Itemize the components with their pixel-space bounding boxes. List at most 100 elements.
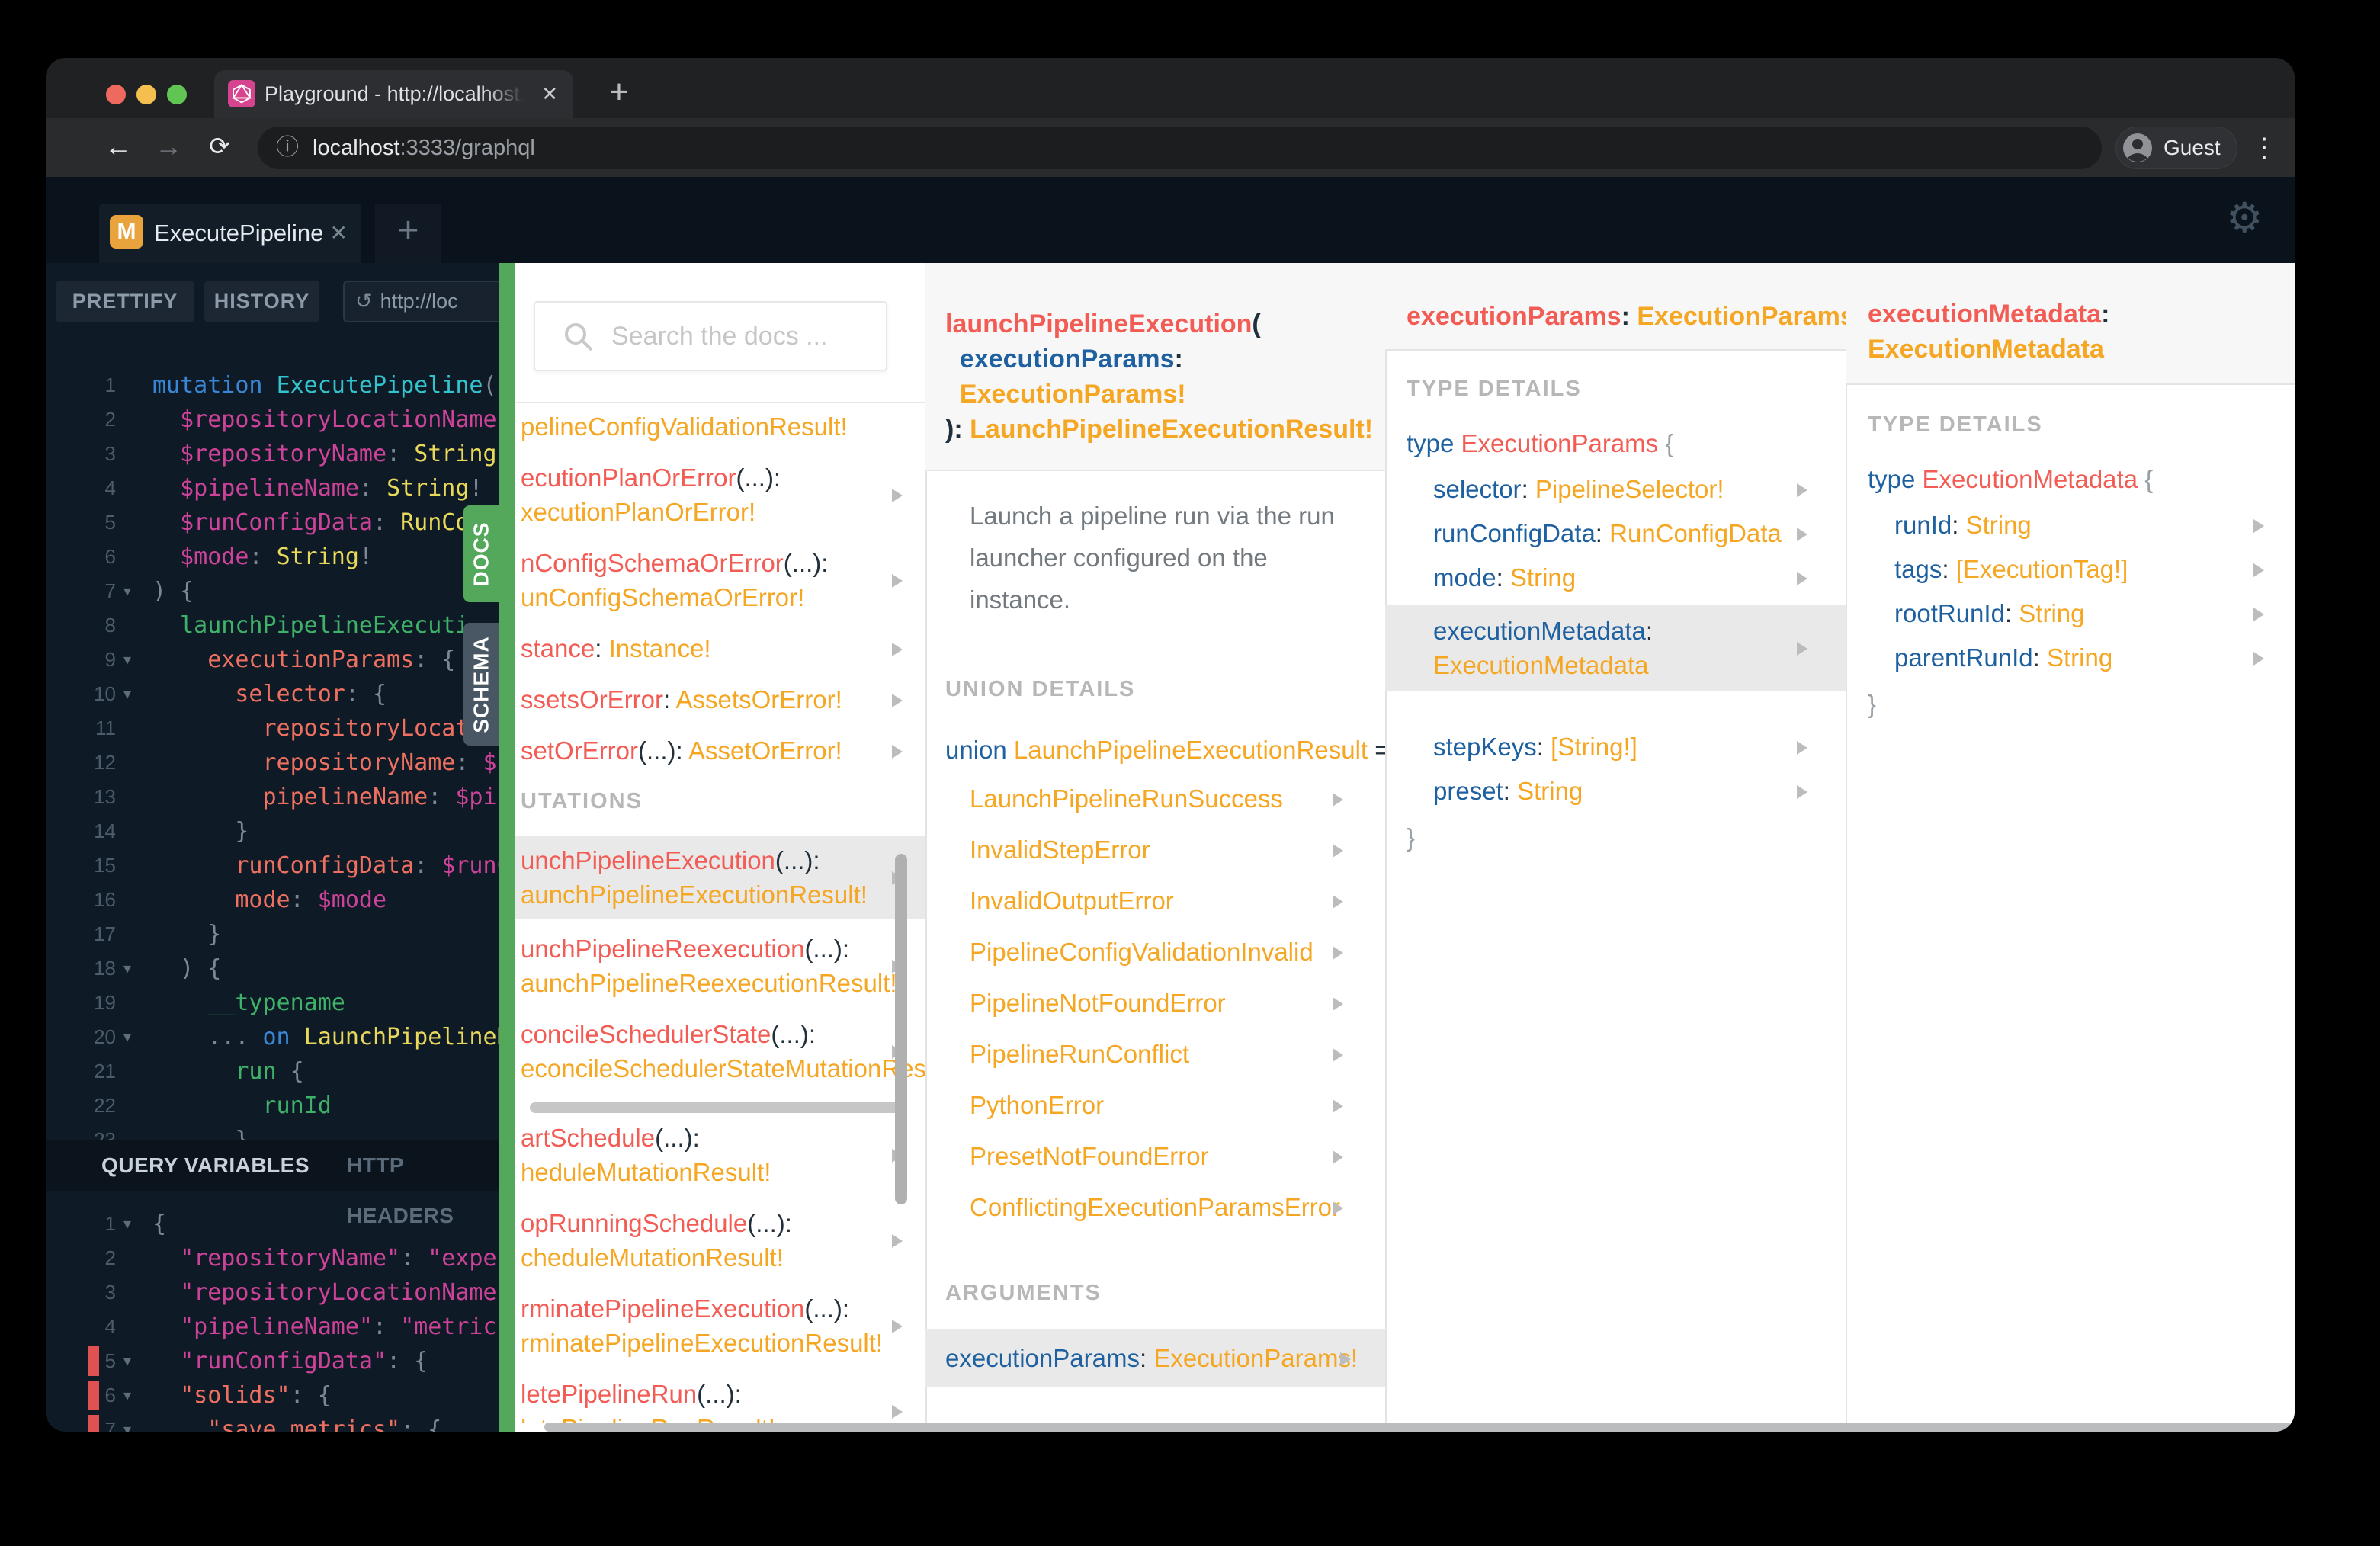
tab-close-icon[interactable]: ✕ xyxy=(541,70,558,118)
union-member-row[interactable]: LaunchPipelineRunSuccess xyxy=(925,781,1385,816)
type-field-row[interactable]: tags: [ExecutionTag!] xyxy=(1846,552,2295,586)
list-horizontal-scrollbar[interactable] xyxy=(530,1102,907,1113)
fold-arrow-icon: ▾ xyxy=(123,1216,132,1233)
new-tab-button[interactable]: + xyxy=(590,70,648,118)
type-field-row[interactable]: rootRunId: String xyxy=(1846,596,2295,630)
type-field-row[interactable]: stepKeys: [String!] xyxy=(1385,730,1846,764)
chevron-right-icon xyxy=(892,744,903,759)
profile-button[interactable]: Guest xyxy=(2115,127,2237,169)
docs-vertical-scrollbar[interactable] xyxy=(895,854,907,1204)
fold-arrow-icon: ▾ xyxy=(123,686,132,703)
docs-search-input[interactable]: Search the docs ... xyxy=(534,301,887,371)
docs-field-row[interactable]: pelineConfigValidationResult! xyxy=(515,409,925,444)
union-details-title: UNION DETAILS xyxy=(945,677,1136,701)
code-line: 21 run { xyxy=(94,1058,304,1085)
chevron-right-icon xyxy=(1797,571,1807,585)
forward-icon[interactable]: → xyxy=(149,118,188,177)
type-field-row[interactable]: executionMetadata: ExecutionMetadata xyxy=(1385,605,1846,691)
browser-menu-icon[interactable]: ⋮ xyxy=(2249,127,2279,169)
chevron-right-icon xyxy=(1333,996,1343,1011)
traffic-close-button[interactable] xyxy=(106,85,126,104)
chevron-right-icon xyxy=(1333,1201,1343,1215)
code-line: 3 "repositoryLocationName" xyxy=(104,1279,499,1306)
type-declaration: type ExecutionParams { xyxy=(1407,429,1674,457)
address-bar[interactable]: ⓘ localhost:3333/graphql xyxy=(258,127,2102,169)
fold-arrow-icon: ▾ xyxy=(123,1387,132,1404)
type-field-list: selector: PipelineSelector! runConfigData… xyxy=(1385,472,1846,808)
type-field-row[interactable]: runId: String xyxy=(1846,508,2295,542)
union-member-row[interactable]: InvalidStepError xyxy=(925,832,1385,867)
docs-panel: Search the docs ... pelineConfigValidati… xyxy=(515,263,2295,1432)
type-field-row[interactable]: preset: String xyxy=(1385,774,1846,808)
union-member-list: LaunchPipelineRunSuccess InvalidStepError… xyxy=(925,781,1385,1224)
union-member-row[interactable]: InvalidOutputError xyxy=(925,884,1385,918)
history-button[interactable]: HISTORY xyxy=(204,281,319,322)
docs-section-title: UTATIONS xyxy=(521,789,643,813)
prettify-button[interactable]: PRETTIFY xyxy=(56,281,194,322)
docs-field-row[interactable]: letePipelineRun(...):letePipelineRunResu… xyxy=(515,1377,925,1423)
docs-field-row[interactable]: rminatePipelineExecution(...): rminatePip… xyxy=(515,1291,925,1360)
docs-field-row[interactable]: unchPipelineReexecution(...): aunchPipeli… xyxy=(515,932,925,1000)
type-field-row[interactable]: runConfigData: RunConfigData xyxy=(1385,516,1846,550)
traffic-maximize-button[interactable] xyxy=(167,85,187,104)
arguments-title: ARGUMENTS xyxy=(945,1281,1102,1305)
code-line: 16 mode: $mode xyxy=(94,887,387,913)
union-member-row[interactable]: PythonError xyxy=(925,1088,1385,1122)
docs-horizontal-scrollbar[interactable] xyxy=(544,1423,2292,1432)
docs-field-row[interactable]: ecutionPlanOrError(...): xecutionPlanOrEr… xyxy=(515,460,925,529)
playground-new-tab-button[interactable]: + xyxy=(375,204,441,263)
site-info-icon[interactable]: ⓘ xyxy=(276,127,299,169)
query-code[interactable]: 1 mutation ExecutePipeline(2 $repositoryL… xyxy=(46,368,499,1157)
docs-field-row[interactable]: artSchedule(...): heduleMutationResult! xyxy=(515,1121,925,1189)
chevron-right-icon xyxy=(1797,642,1807,656)
code-line: 1 ▾{ xyxy=(46,1207,499,1241)
union-member-row[interactable]: ConflictingExecutionParamsError xyxy=(925,1190,1385,1224)
chevron-right-icon xyxy=(1797,483,1807,497)
endpoint-reload-icon: ↺ xyxy=(355,290,373,313)
code-line: 5 ▾ "runConfigData": { xyxy=(46,1344,499,1378)
docs-field-row[interactable]: setOrError(...): AssetOrError! xyxy=(515,733,925,768)
argument-row-selected[interactable]: executionParams: ExecutionParams! xyxy=(925,1329,1385,1387)
chevron-right-icon xyxy=(892,489,903,502)
union-member-row[interactable]: PipelineNotFoundError xyxy=(925,986,1385,1020)
browser-tab[interactable]: Playground - http://localhost:3 ✕ xyxy=(214,70,573,118)
query-editor-pane: PRETTIFY HISTORY ↺ http://loc 1 mutation E… xyxy=(46,263,499,1432)
union-member-row[interactable]: PipelineConfigValidationInvalid xyxy=(925,935,1385,969)
query-variables-code[interactable]: 1▾{ 2 "repositoryName": "exper 3 "reposito… xyxy=(46,1207,499,1432)
code-line: 2 "repositoryName": "exper xyxy=(104,1245,499,1272)
search-placeholder: Search the docs ... xyxy=(611,322,828,351)
reload-icon[interactable]: ⟳ xyxy=(200,118,239,177)
union-member-row[interactable]: PipelineRunConflict xyxy=(925,1037,1385,1071)
playground-tab[interactable]: M ExecutePipeline ✕ xyxy=(99,204,361,263)
variables-tabbar: QUERY VARIABLES HTTP HEADERS xyxy=(46,1140,499,1227)
type-field-row[interactable]: mode: String xyxy=(1385,560,1846,595)
query-variables-tab[interactable]: QUERY VARIABLES xyxy=(101,1140,310,1191)
chevron-right-icon xyxy=(892,1405,903,1419)
fold-arrow-icon: ▾ xyxy=(123,583,132,600)
playground-tab-close-icon[interactable]: ✕ xyxy=(330,204,348,263)
settings-gear-icon[interactable]: ⚙ xyxy=(2226,194,2263,242)
type-field-row[interactable]: parentRunId: String xyxy=(1846,640,2295,675)
docs-field-row[interactable]: opRunningSchedule(...): cheduleMutationRe… xyxy=(515,1206,925,1275)
close-brace: } xyxy=(1407,823,1416,852)
docs-field-row[interactable]: unchPipelineExecution(...): aunchPipeline… xyxy=(515,836,925,919)
type-details-title: TYPE DETAILS xyxy=(1868,412,2043,437)
union-member-row[interactable]: PresetNotFoundError xyxy=(925,1139,1385,1173)
code-line: 15 runConfigData: $runC xyxy=(94,852,499,879)
docs-field-row[interactable]: nConfigSchemaOrError(...): unConfigSchema… xyxy=(515,546,925,614)
browser-toolbar: ← → ⟳ ⓘ localhost:3333/graphql Guest ⋮ xyxy=(46,118,2295,177)
type-field-row[interactable]: selector: PipelineSelector! xyxy=(1385,472,1846,506)
schema-side-tab[interactable]: SCHEMA xyxy=(463,623,499,746)
code-line: 17 } xyxy=(94,921,222,948)
docs-side-tab[interactable]: DOCS xyxy=(463,505,499,602)
docs-field-row[interactable]: concileSchedulerState(...): econcileSched… xyxy=(515,1017,925,1086)
avatar-icon xyxy=(2122,133,2153,167)
docs-field-row[interactable]: stance: Instance! xyxy=(515,631,925,666)
endpoint-input[interactable]: ↺ http://loc xyxy=(343,281,499,322)
back-icon[interactable]: ← xyxy=(99,118,137,177)
docs-field-row[interactable]: ssetsOrError: AssetsOrError! xyxy=(515,682,925,717)
mutation-badge: M xyxy=(110,215,143,249)
playground-header: M ExecutePipeline ✕ + xyxy=(46,177,2295,263)
traffic-minimize-button[interactable] xyxy=(136,85,156,104)
code-line: 22 runId xyxy=(94,1092,332,1119)
